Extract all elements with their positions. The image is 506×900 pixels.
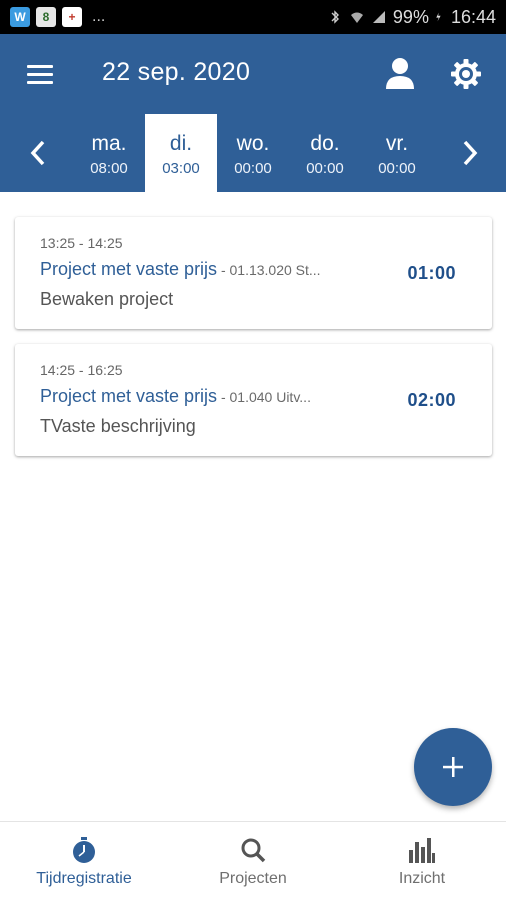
day-name: vr. <box>385 132 409 155</box>
day-tab-tuesday[interactable]: di. 03:00 <box>145 114 217 192</box>
battery-charging-icon <box>436 12 441 22</box>
notification-icons: W 8 + ... <box>10 7 105 27</box>
page-title: 22 sep. 2020 <box>102 58 251 86</box>
wifi-icon <box>350 12 363 23</box>
day-name: wo. <box>236 132 270 155</box>
add-entry-button[interactable] <box>414 728 492 806</box>
nav-inzicht[interactable]: Inzicht <box>338 822 506 900</box>
clock: 16:44 <box>450 6 496 27</box>
battery-level: 99% <box>392 6 429 27</box>
nav-label: Projecten <box>219 870 287 887</box>
day-selector: ma. 08:00 di. 03:00 wo. 00:00 do. 00:00 … <box>0 114 506 192</box>
signal-icon <box>372 11 385 23</box>
chevron-left-icon[interactable] <box>26 138 50 168</box>
day-total: 00:00 <box>378 160 416 177</box>
search-icon <box>241 838 266 863</box>
nav-projecten[interactable]: Projecten <box>169 822 337 900</box>
gear-icon[interactable] <box>450 58 482 90</box>
user-icon[interactable] <box>384 56 416 90</box>
entry-duration: 01:00 <box>407 263 456 283</box>
day-total: 00:00 <box>306 160 344 177</box>
notification-app-icon: 8 <box>36 7 56 27</box>
entry-time-range: 14:25 - 16:25 <box>40 362 123 378</box>
entry-task: - 01.040 Uitv... <box>217 389 311 405</box>
bluetooth-icon <box>331 10 339 24</box>
bottom-navigation: Tijdregistratie Projecten Inzicht <box>0 821 506 900</box>
day-total: 00:00 <box>234 160 272 177</box>
entry-time-range: 13:25 - 14:25 <box>40 235 123 251</box>
day-tab-friday[interactable]: vr. 00:00 <box>361 114 433 192</box>
status-indicators: 99% 16:44 <box>327 7 496 28</box>
menu-icon[interactable] <box>27 65 53 85</box>
app-bar: 22 sep. 2020 <box>0 34 506 114</box>
day-name: di. <box>169 132 193 155</box>
entry-project: Project met vaste prijs <box>40 386 218 406</box>
plus-icon <box>443 757 463 777</box>
more-notifications: ... <box>92 8 106 25</box>
status-bar: W 8 + ... 99% 16:44 <box>0 0 506 34</box>
entry-project-line: Project met vaste prijs - 01.13.020 St..… <box>40 259 370 280</box>
entry-project: Project met vaste prijs <box>40 259 218 279</box>
notification-app-icon: W <box>10 7 30 27</box>
stopwatch-icon <box>73 837 95 863</box>
entry-description: Bewaken project <box>40 289 174 309</box>
day-total: 08:00 <box>90 160 128 177</box>
entry-description: TVaste beschrijving <box>40 416 196 436</box>
entry-project-line: Project met vaste prijs - 01.040 Uitv... <box>40 386 370 407</box>
chevron-right-icon[interactable] <box>458 138 482 168</box>
time-entry-card[interactable]: 13:25 - 14:25 Project met vaste prijs - … <box>15 217 492 329</box>
entry-duration: 02:00 <box>407 390 456 410</box>
day-tab-wednesday[interactable]: wo. 00:00 <box>217 114 289 192</box>
nav-label: Inzicht <box>398 870 446 887</box>
bar-chart-icon <box>409 838 435 863</box>
day-name: do. <box>310 132 340 155</box>
day-tab-thursday[interactable]: do. 00:00 <box>289 114 361 192</box>
day-tab-monday[interactable]: ma. 08:00 <box>73 114 145 192</box>
time-entry-card[interactable]: 14:25 - 16:25 Project met vaste prijs - … <box>15 344 492 456</box>
entry-task: - 01.13.020 St... <box>217 262 321 278</box>
day-total: 03:00 <box>162 160 200 177</box>
day-name: ma. <box>91 132 127 155</box>
nav-tijdregistratie[interactable]: Tijdregistratie <box>0 822 168 900</box>
notification-app-icon: + <box>62 7 82 27</box>
nav-label: Tijdregistratie <box>36 870 132 887</box>
